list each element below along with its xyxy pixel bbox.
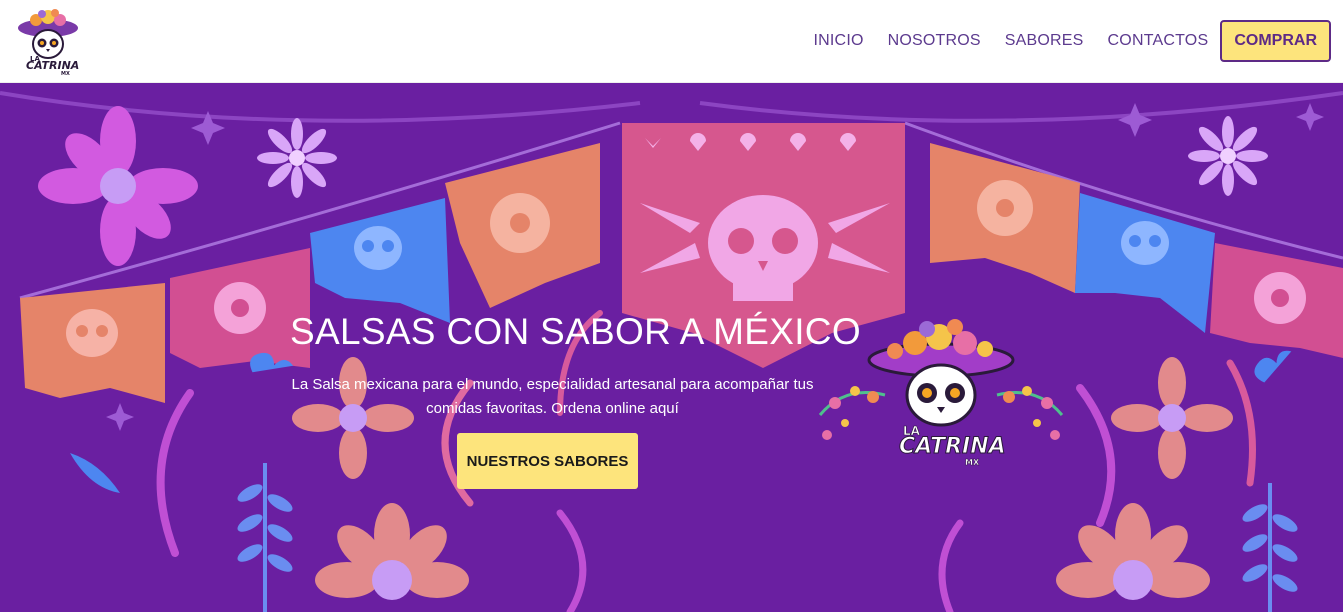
nav-link-inicio[interactable]: INICIO — [814, 19, 864, 63]
hero-subtitle: La Salsa mexicana para el mundo, especia… — [291, 376, 814, 417]
flower-bottom-center-left — [315, 503, 469, 600]
flower-top-left — [38, 106, 198, 266]
main-nav: INICIO NOSOTROS SABORES CONTACTOS COMPRA… — [790, 19, 1331, 63]
la-catrina-hero-logo: LA CATRINA MX — [818, 319, 1064, 467]
fern-right — [1242, 483, 1298, 612]
svg-text:MX: MX — [965, 458, 980, 467]
flower-bottom-right — [1056, 503, 1210, 600]
flower-mid-right — [1111, 357, 1233, 479]
nav-link-nosotros[interactable]: NOSOTROS — [888, 19, 981, 63]
la-catrina-logo[interactable]: LA CATRINA MX — [14, 6, 82, 78]
navbar: LA CATRINA MX INICIO NOSOTROS SABORES CO… — [0, 0, 1343, 83]
garland-right — [996, 386, 1064, 440]
garland-left — [818, 386, 886, 440]
svg-text:CATRINA: CATRINA — [26, 59, 79, 72]
nuestros-sabores-button[interactable]: NUESTROS SABORES — [457, 433, 638, 489]
nav-link-sabores[interactable]: SABORES — [1005, 19, 1084, 63]
hero-title: SALSAS CON SABOR A MÉXICO — [290, 311, 861, 352]
flower-small-top — [257, 118, 337, 198]
svg-text:MX: MX — [61, 71, 70, 77]
hero-section: SALSAS CON SABOR A MÉXICO La Salsa mexic… — [0, 83, 1343, 612]
svg-text:CATRINA: CATRINA — [899, 434, 1006, 459]
nav-link-contactos[interactable]: CONTACTOS — [1108, 19, 1209, 63]
blue-petal-left — [70, 453, 120, 493]
fern-left — [237, 463, 293, 612]
comprar-button[interactable]: COMPRAR — [1220, 20, 1331, 62]
flower-small-top-right — [1188, 116, 1268, 196]
